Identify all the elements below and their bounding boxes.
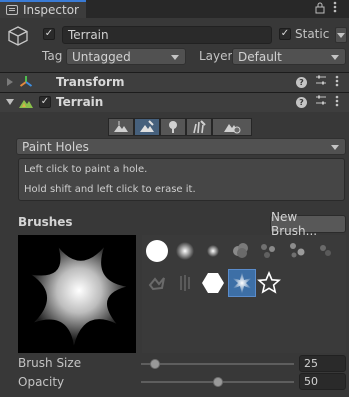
lock-icon[interactable] (315, 2, 325, 17)
presets-icon[interactable] (315, 74, 327, 89)
foldout-collapsed-icon[interactable] (7, 78, 13, 86)
help-icon[interactable]: ? (296, 77, 307, 88)
inspector-tab[interactable]: Inspector (0, 0, 86, 18)
brush-spatter-3[interactable] (313, 239, 337, 263)
tag-dropdown[interactable]: Untagged (66, 48, 186, 65)
tag-label: Tag (42, 49, 63, 63)
brush-noise-2[interactable] (173, 271, 197, 295)
layer-value: Default (238, 49, 282, 64)
paint-trees-icon (169, 121, 177, 133)
terrain-icon (18, 94, 34, 113)
terrain-enabled-checkbox[interactable]: ✓ (39, 96, 51, 108)
presets-icon[interactable] (315, 94, 327, 109)
terrain-mode-dropdown[interactable]: Paint Holes (16, 138, 346, 155)
brush-size-label: Brush Size (18, 356, 82, 370)
chevron-down-icon (331, 144, 339, 150)
terrain-settings-icon (224, 124, 241, 134)
paint-details-icon (193, 120, 206, 134)
brush-star-outline[interactable] (257, 271, 281, 295)
raise-lower-terrain-icon (114, 121, 128, 132)
chevron-down-icon (337, 33, 345, 38)
brush-size-slider-knob[interactable] (149, 359, 160, 369)
terrain-mode-value: Paint Holes (22, 139, 89, 154)
paint-terrain-button[interactable] (134, 118, 160, 136)
paint-terrain-icon (140, 120, 154, 132)
brush-hexagon[interactable] (201, 271, 225, 295)
static-checkbox[interactable]: ✓ (279, 28, 291, 40)
inspector-icon (6, 5, 18, 15)
component-menu-icon[interactable] (335, 95, 339, 110)
gameobject-cube-icon (7, 25, 29, 50)
chevron-down-icon (331, 54, 339, 60)
transform-axes-icon (18, 74, 34, 93)
static-label: Static (295, 27, 330, 41)
new-brush-button[interactable]: New Brush... (270, 210, 346, 238)
help-icon[interactable]: ? (296, 97, 307, 108)
tag-value: Untagged (72, 49, 131, 64)
brush-soft-circle[interactable] (173, 239, 197, 263)
brush-soft-small[interactable] (201, 239, 225, 263)
paint-details-button[interactable] (186, 118, 212, 136)
brush-spatter-1[interactable] (257, 239, 281, 263)
layer-label: Layer (199, 49, 233, 63)
opacity-field[interactable]: 50 (299, 373, 346, 390)
layer-dropdown[interactable]: Default (232, 48, 346, 65)
brushes-label: Brushes (18, 215, 73, 229)
help-box: Left click to paint a hole. Hold shift a… (18, 158, 345, 201)
raise-lower-terrain-button[interactable] (108, 118, 134, 136)
brush-spatter-2[interactable] (285, 239, 309, 263)
opacity-slider-knob[interactable] (212, 377, 223, 387)
component-menu-icon[interactable] (335, 75, 339, 90)
paint-trees-button[interactable] (160, 118, 186, 136)
terrain-settings-button[interactable] (212, 118, 252, 136)
brush-hard-circle[interactable] (145, 239, 169, 263)
brush-preview (18, 235, 136, 353)
help-line-2: Hold shift and left click to erase it. (24, 184, 196, 195)
brush-size-field[interactable]: 25 (299, 355, 346, 372)
foldout-expanded-icon[interactable] (6, 99, 14, 105)
brush-noise-1[interactable] (145, 271, 169, 295)
help-line-1: Left click to paint a hole. (24, 164, 148, 175)
transform-title: Transform (56, 75, 125, 89)
inspector-tab-label: Inspector (23, 3, 79, 17)
brush-size-slider-track[interactable] (141, 363, 294, 365)
brush-grid[interactable] (142, 235, 346, 353)
object-name-field[interactable]: Terrain (62, 26, 272, 44)
static-dropdown-button[interactable] (335, 27, 347, 43)
chevron-down-icon (171, 54, 179, 60)
terrain-title: Terrain (56, 95, 104, 109)
tab-menu-icon[interactable] (333, 1, 337, 16)
active-checkbox[interactable]: ✓ (43, 28, 55, 40)
brush-star-soft-selected[interactable] (228, 269, 256, 297)
opacity-label: Opacity (18, 375, 65, 389)
brush-cloud[interactable] (229, 239, 253, 263)
